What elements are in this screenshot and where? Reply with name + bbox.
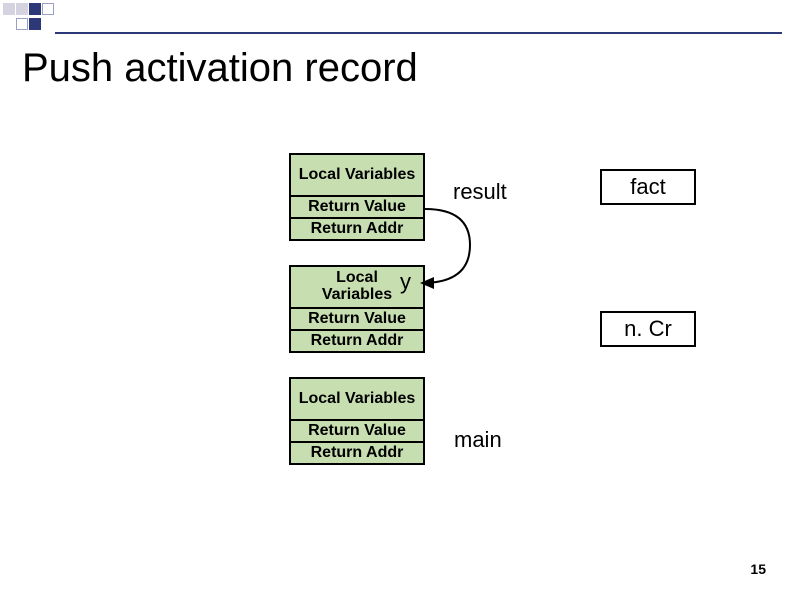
- deco-square-dark: [29, 18, 41, 30]
- activation-record-fact: Local Variables Return Value Return Addr: [289, 153, 425, 241]
- deco-square-outline: [42, 3, 54, 15]
- deco-square-outline: [16, 18, 28, 30]
- cell-local-variables-label: Local Variables: [312, 270, 402, 304]
- divider: [55, 32, 782, 34]
- cell-return-value: Return Value: [289, 419, 425, 443]
- cell-return-addr: Return Addr: [289, 329, 425, 353]
- cell-return-value: Return Value: [289, 195, 425, 219]
- cell-return-addr: Return Addr: [289, 441, 425, 465]
- diagram-stage: Local Variables Return Value Return Addr…: [0, 135, 794, 555]
- cell-return-value: Return Value: [289, 307, 425, 331]
- cell-local-variables: Local Variables: [289, 153, 425, 197]
- deco-square-dark: [29, 3, 41, 15]
- label-main: main: [454, 427, 502, 453]
- arrow-result-to-y: [415, 195, 495, 295]
- cell-return-addr: Return Addr: [289, 217, 425, 241]
- slide-number: 15: [750, 561, 766, 577]
- activation-record-main: Local Variables Return Value Return Addr: [289, 377, 425, 465]
- label-ncr-box: n. Cr: [600, 311, 696, 347]
- label-fact-box: fact: [600, 169, 696, 205]
- deco-square: [16, 3, 28, 15]
- decoration-squares-top: [0, 0, 794, 15]
- cell-local-variables: Local Variables: [289, 377, 425, 421]
- slide-title: Push activation record: [22, 46, 794, 91]
- variable-y-label: y: [400, 269, 411, 295]
- decoration-squares-bot: [0, 15, 794, 30]
- label-result: result: [453, 179, 507, 205]
- deco-square: [3, 3, 15, 15]
